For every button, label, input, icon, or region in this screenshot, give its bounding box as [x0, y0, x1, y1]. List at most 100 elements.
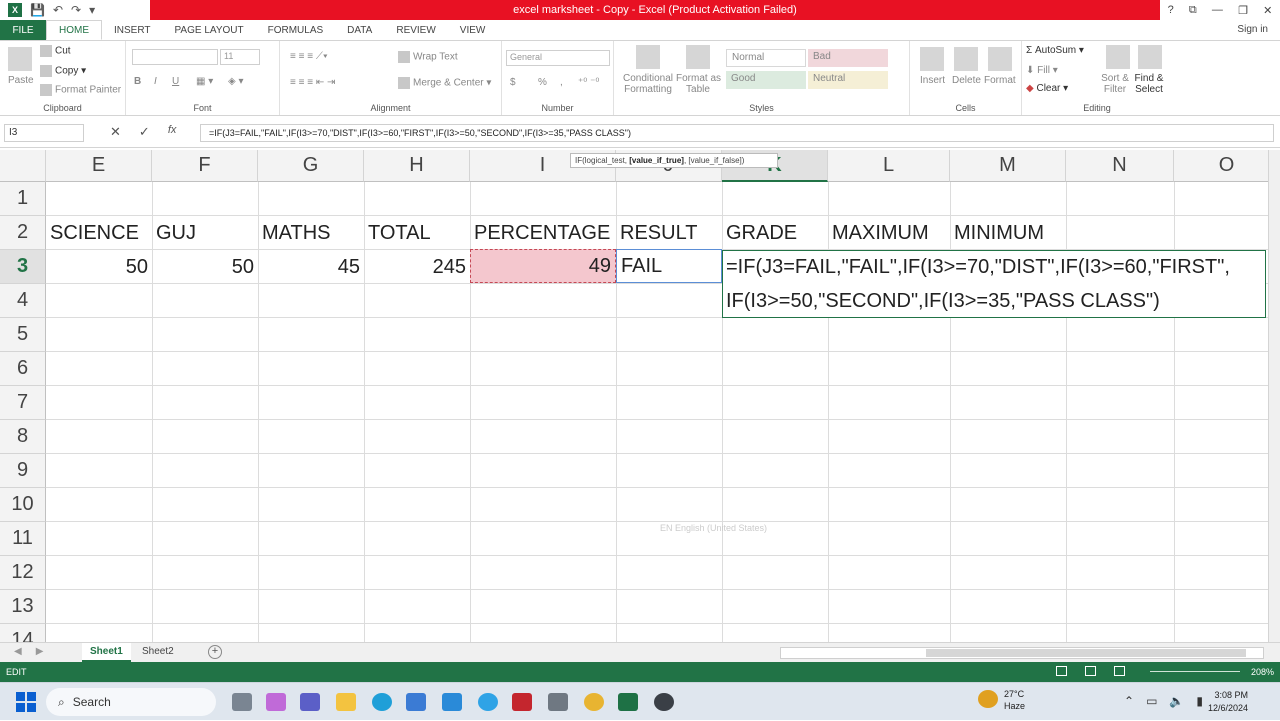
style-good[interactable]: Good: [726, 71, 806, 89]
horizontal-scrollbar[interactable]: [780, 647, 1264, 659]
cell-e2[interactable]: SCIENCE: [46, 216, 152, 250]
page-break-view-icon[interactable]: [1114, 666, 1125, 676]
recorder-icon[interactable]: [654, 693, 674, 711]
row-header-2[interactable]: 2: [0, 216, 46, 250]
insert-button[interactable]: Insert: [920, 75, 945, 86]
font-size-combo[interactable]: 11: [220, 49, 260, 65]
row-header-9[interactable]: 9: [0, 454, 46, 488]
start-button[interactable]: [16, 692, 36, 712]
mcafee-icon[interactable]: [512, 693, 532, 711]
name-box[interactable]: I3: [4, 124, 84, 142]
select-all-corner[interactable]: [0, 150, 46, 182]
style-bad[interactable]: Bad: [808, 49, 888, 67]
cancel-icon[interactable]: ✕: [110, 124, 121, 140]
tab-data[interactable]: DATA: [335, 20, 384, 40]
delete-button[interactable]: Delete: [952, 75, 981, 86]
decimal-icon[interactable]: ⁺⁰ ⁻⁰: [578, 77, 599, 88]
column-header-h[interactable]: H: [364, 150, 470, 182]
cell-e3[interactable]: 50: [46, 250, 152, 284]
sheet-tab-sheet1[interactable]: Sheet1: [82, 643, 131, 662]
chrome-icon[interactable]: [584, 693, 604, 711]
fill-button[interactable]: ⬇ Fill ▾: [1026, 65, 1058, 76]
tab-home[interactable]: HOME: [46, 20, 102, 40]
zoom-level[interactable]: 208%: [1251, 667, 1274, 677]
cell-j3[interactable]: FAIL: [616, 249, 722, 283]
cell-f2[interactable]: GUJ: [152, 216, 258, 250]
italic-button[interactable]: I: [154, 76, 157, 87]
cell-h2[interactable]: TOTAL: [364, 216, 470, 250]
minimize-button[interactable]: —: [1212, 4, 1223, 16]
row-header-12[interactable]: 12: [0, 556, 46, 590]
chevron-up-icon[interactable]: ⌃: [1124, 694, 1134, 708]
help-button[interactable]: ?: [1168, 4, 1174, 16]
column-header-m[interactable]: M: [950, 150, 1066, 182]
row-header-11[interactable]: 11: [0, 522, 46, 556]
enter-icon[interactable]: ✓: [139, 124, 150, 140]
format-as-table-button[interactable]: Format as Table: [676, 73, 721, 95]
task-view-icon[interactable]: [232, 693, 252, 711]
redo-icon[interactable]: ↷: [71, 3, 81, 17]
align-left-icon[interactable]: ≡ ≡ ≡ ⇤ ⇥: [290, 77, 335, 88]
column-header-n[interactable]: N: [1066, 150, 1174, 182]
cell-i2[interactable]: PERCENTAGE: [470, 216, 616, 250]
cell-f3[interactable]: 50: [152, 250, 258, 284]
teams-icon[interactable]: [300, 693, 320, 711]
row-header-7[interactable]: 7: [0, 386, 46, 420]
add-sheet-button[interactable]: +: [208, 645, 222, 659]
app-icon[interactable]: [442, 693, 462, 711]
tab-page-layout[interactable]: PAGE LAYOUT: [163, 20, 256, 40]
font-name-combo[interactable]: [132, 49, 218, 65]
cell-j2[interactable]: RESULT: [616, 216, 722, 250]
cell-l2[interactable]: MAXIMUM: [828, 216, 950, 250]
undo-icon[interactable]: ↶: [53, 3, 63, 17]
conditional-formatting-button[interactable]: Conditional Formatting: [620, 73, 676, 95]
file-explorer-icon[interactable]: [336, 693, 356, 711]
underline-button[interactable]: U: [172, 76, 179, 87]
scroll-thumb[interactable]: [926, 649, 1246, 657]
close-button[interactable]: ✕: [1263, 4, 1272, 17]
merge-center-button[interactable]: Merge & Center ▾: [398, 77, 491, 89]
row-header-4[interactable]: 4: [0, 284, 46, 318]
page-layout-view-icon[interactable]: [1085, 666, 1096, 676]
clear-button[interactable]: ◆ Clear ▾: [1026, 83, 1068, 94]
wrap-text-button[interactable]: Wrap Text: [398, 51, 458, 63]
ribbon-display-button[interactable]: ⧉: [1189, 4, 1197, 17]
cell-i3[interactable]: 49: [470, 249, 616, 283]
tab-review[interactable]: REVIEW: [384, 20, 447, 40]
taskbar-search[interactable]: ⌕ Search: [46, 688, 216, 716]
column-header-o[interactable]: O: [1174, 150, 1280, 182]
borders-icon[interactable]: ▦ ▾: [196, 76, 213, 87]
prev-sheet-icon[interactable]: ◀: [14, 646, 22, 657]
clock[interactable]: 3:08 PM 12/6/2024: [1192, 689, 1248, 715]
comma-button[interactable]: ,: [560, 77, 563, 88]
cell-g3[interactable]: 45: [258, 250, 364, 284]
normal-view-icon[interactable]: [1056, 666, 1067, 676]
row-header-3[interactable]: 3: [0, 250, 46, 284]
tab-insert[interactable]: INSERT: [102, 20, 163, 40]
column-header-g[interactable]: G: [258, 150, 364, 182]
column-header-f[interactable]: F: [152, 150, 258, 182]
row-header-6[interactable]: 6: [0, 352, 46, 386]
row-header-1[interactable]: 1: [0, 182, 46, 216]
row-header-13[interactable]: 13: [0, 590, 46, 624]
row-header-8[interactable]: 8: [0, 420, 46, 454]
sign-in-link[interactable]: Sign in: [1237, 24, 1268, 35]
save-icon[interactable]: 💾: [30, 3, 45, 17]
cell-k3-editor[interactable]: =IF(J3=FAIL,"FAIL",IF(I3>=70,"DIST",IF(I…: [722, 250, 1266, 318]
copy-button[interactable]: Copy ▾: [40, 65, 86, 77]
customize-icon[interactable]: ▾: [89, 3, 95, 17]
paste-button[interactable]: Paste: [8, 75, 34, 86]
format-button[interactable]: Format: [984, 75, 1016, 86]
style-neutral[interactable]: Neutral: [808, 71, 888, 89]
tab-formulas[interactable]: FORMULAS: [256, 20, 336, 40]
next-sheet-icon[interactable]: ▶: [36, 646, 44, 657]
insert-function-button[interactable]: fx: [168, 124, 177, 140]
percent-button[interactable]: %: [538, 77, 547, 88]
edge-icon[interactable]: [372, 693, 392, 711]
autosum-button[interactable]: Σ AutoSum ▾: [1026, 45, 1084, 56]
find-select-button[interactable]: Find & Select: [1132, 73, 1166, 95]
calculator-icon[interactable]: [548, 693, 568, 711]
row-header-14[interactable]: 14: [0, 624, 46, 642]
sheet-tab-sheet2[interactable]: Sheet2: [134, 643, 182, 662]
zoom-slider[interactable]: [1150, 671, 1240, 672]
